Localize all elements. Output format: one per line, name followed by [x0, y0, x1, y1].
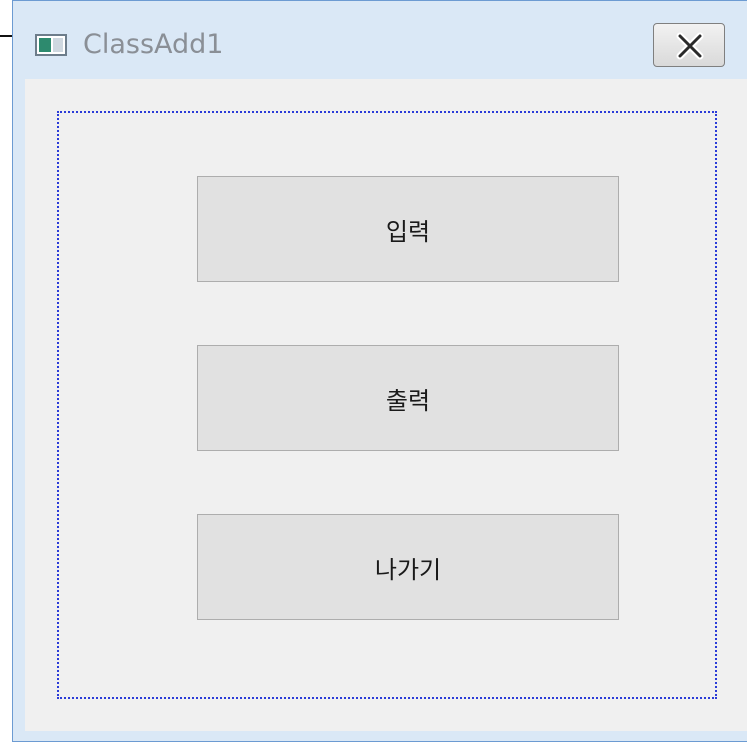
title-bar[interactable]: ClassAdd1	[13, 1, 747, 79]
application-window-icon	[35, 34, 67, 56]
input-button[interactable]: 입력	[197, 176, 619, 282]
dialog-window: ClassAdd1 입력 출력 나가기	[12, 0, 747, 742]
close-button[interactable]	[653, 23, 725, 67]
output-button[interactable]: 출력	[197, 345, 619, 451]
window-title: ClassAdd1	[83, 29, 224, 60]
client-area: 입력 출력 나가기	[25, 79, 747, 731]
close-icon	[676, 32, 704, 60]
stray-line-artifact	[0, 35, 12, 37]
exit-button[interactable]: 나가기	[197, 514, 619, 620]
